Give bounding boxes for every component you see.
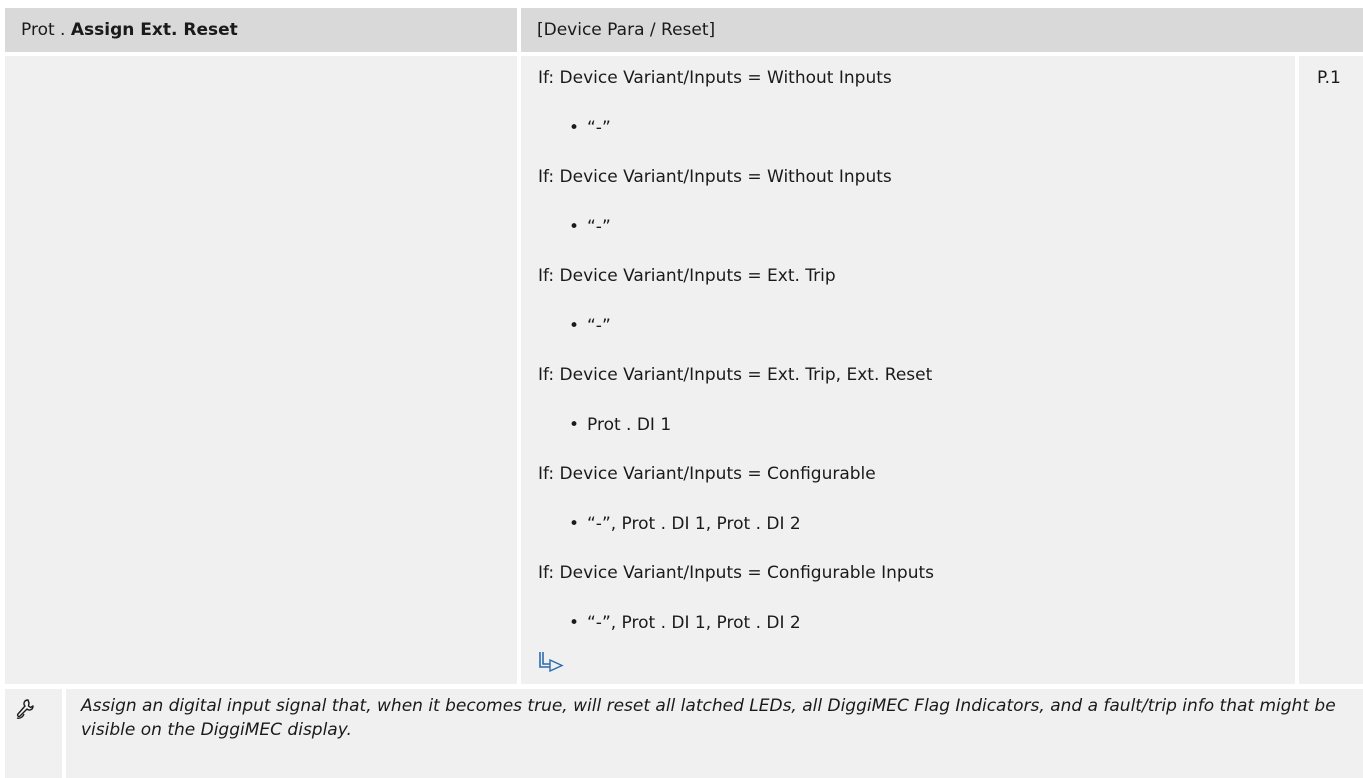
condition-text: If: Device Variant/Inputs = Configurable (538, 464, 876, 484)
page-ref-cell: P.1 (1299, 56, 1363, 684)
condition-text: If: Device Variant/Inputs = Configurable… (538, 563, 934, 583)
parameter-name-cell: Prot . Assign Ext. Reset (5, 8, 517, 52)
note-icon-cell (5, 689, 62, 778)
option-value: “-” (587, 217, 611, 237)
arrow-link-icon[interactable] (538, 650, 564, 677)
option-list-item: • “-” (569, 118, 611, 138)
bullet-dot-icon: • (569, 316, 580, 336)
bullet-dot-icon: • (569, 118, 580, 138)
wrench-hand-icon (16, 699, 34, 719)
note-text: Assign an digital input signal that, whe… (66, 689, 1363, 778)
bullet-dot-icon: • (569, 415, 580, 435)
option-value: Prot . DI 1 (587, 415, 672, 435)
condition-text: If: Device Variant/Inputs = Without Inpu… (538, 167, 892, 187)
menu-path-cell: [Device Para / Reset] (521, 8, 1363, 52)
condition-text: If: Device Variant/Inputs = Without Inpu… (538, 68, 892, 88)
condition-text: If: Device Variant/Inputs = Ext. Trip, E… (538, 365, 933, 385)
option-value: “-” (587, 316, 611, 336)
bullet-dot-icon: • (569, 217, 580, 237)
menu-path: [Device Para / Reset] (537, 20, 716, 40)
page-ref: P.1 (1317, 68, 1341, 88)
option-list-item: • “-”, Prot . DI 1, Prot . DI 2 (569, 613, 801, 633)
parameter-prefix: Prot . (21, 20, 71, 40)
options-cell: If: Device Variant/Inputs = Without Inpu… (521, 56, 1295, 684)
bullet-dot-icon: • (569, 613, 580, 633)
option-list-item: • Prot . DI 1 (569, 415, 671, 435)
option-list-item: • “-” (569, 217, 611, 237)
option-value: “-” (587, 118, 611, 138)
condition-text: If: Device Variant/Inputs = Ext. Trip (538, 266, 836, 286)
bullet-dot-icon: • (569, 514, 580, 534)
option-list-item: • “-” (569, 316, 611, 336)
option-value: “-”, Prot . DI 1, Prot . DI 2 (587, 613, 801, 633)
option-list-item: • “-”, Prot . DI 1, Prot . DI 2 (569, 514, 801, 534)
table-header-row: Prot . Assign Ext. Reset [Device Para / … (0, 8, 1363, 52)
option-value: “-”, Prot . DI 1, Prot . DI 2 (587, 514, 801, 534)
empty-description-cell (5, 56, 517, 684)
parameter-title: Assign Ext. Reset (70, 20, 238, 40)
